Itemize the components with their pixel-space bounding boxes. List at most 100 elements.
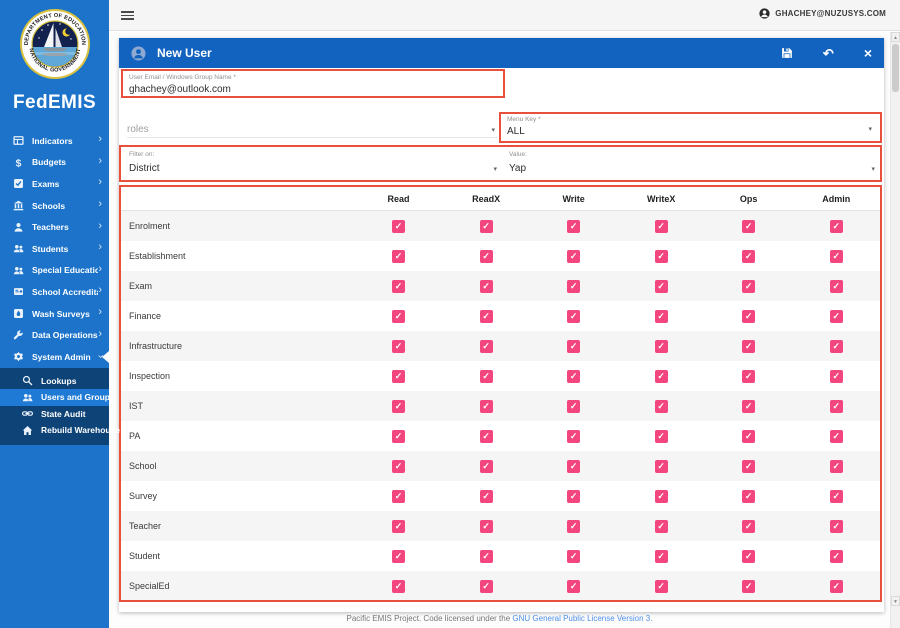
permission-checkbox-establishment-read[interactable]: ✓ bbox=[392, 249, 406, 263]
permission-checkbox-exam-admin[interactable]: ✓ bbox=[829, 279, 843, 293]
permission-checkbox-infrastructure-write[interactable]: ✓ bbox=[567, 339, 581, 353]
permission-checkbox-inspection-ops[interactable]: ✓ bbox=[742, 369, 756, 383]
permission-checkbox-pa-ops[interactable]: ✓ bbox=[742, 429, 756, 443]
permission-checkbox-pa-admin[interactable]: ✓ bbox=[829, 429, 843, 443]
roles-select[interactable]: roles ▾ bbox=[127, 112, 497, 142]
permission-checkbox-ist-writex[interactable]: ✓ bbox=[654, 399, 668, 413]
sidebar-subitem-state-audit[interactable]: State Audit bbox=[0, 406, 109, 423]
permission-checkbox-exam-readx[interactable]: ✓ bbox=[479, 279, 493, 293]
close-button[interactable]: × bbox=[864, 46, 872, 60]
sidebar-item-wash-surveys[interactable]: Wash Surveys › bbox=[0, 303, 109, 325]
permission-checkbox-teacher-write[interactable]: ✓ bbox=[567, 519, 581, 533]
undo-button[interactable]: ↶ bbox=[823, 47, 834, 60]
permission-checkbox-survey-ops[interactable]: ✓ bbox=[742, 489, 756, 503]
sidebar-item-budgets[interactable]: $ Budgets › bbox=[0, 152, 109, 174]
permission-checkbox-teacher-admin[interactable]: ✓ bbox=[829, 519, 843, 533]
sidebar-item-exams[interactable]: Exams › bbox=[0, 173, 109, 195]
permission-checkbox-pa-writex[interactable]: ✓ bbox=[654, 429, 668, 443]
permission-checkbox-finance-writex[interactable]: ✓ bbox=[654, 309, 668, 323]
sidebar-item-data-operations[interactable]: Data Operations › bbox=[0, 324, 109, 346]
permission-checkbox-school-write[interactable]: ✓ bbox=[567, 459, 581, 473]
permission-checkbox-establishment-writex[interactable]: ✓ bbox=[654, 249, 668, 263]
permission-checkbox-specialed-readx[interactable]: ✓ bbox=[479, 579, 493, 593]
permission-checkbox-pa-read[interactable]: ✓ bbox=[392, 429, 406, 443]
permission-checkbox-student-readx[interactable]: ✓ bbox=[479, 549, 493, 563]
email-field-value[interactable]: ghachey@outlook.com bbox=[129, 84, 503, 95]
permission-checkbox-inspection-admin[interactable]: ✓ bbox=[829, 369, 843, 383]
permission-checkbox-establishment-readx[interactable]: ✓ bbox=[479, 249, 493, 263]
permission-checkbox-teacher-ops[interactable]: ✓ bbox=[742, 519, 756, 533]
license-link[interactable]: GNU General Public License Version 3. bbox=[512, 614, 652, 623]
permission-checkbox-student-writex[interactable]: ✓ bbox=[654, 549, 668, 563]
permission-checkbox-ist-read[interactable]: ✓ bbox=[392, 399, 406, 413]
permission-checkbox-infrastructure-read[interactable]: ✓ bbox=[392, 339, 406, 353]
sidebar-item-school-accreditations[interactable]: School Accreditations› bbox=[0, 281, 109, 303]
permission-checkbox-exam-writex[interactable]: ✓ bbox=[654, 279, 668, 293]
permission-checkbox-ist-admin[interactable]: ✓ bbox=[829, 399, 843, 413]
permission-checkbox-inspection-readx[interactable]: ✓ bbox=[479, 369, 493, 383]
permission-checkbox-teacher-writex[interactable]: ✓ bbox=[654, 519, 668, 533]
permission-checkbox-pa-write[interactable]: ✓ bbox=[567, 429, 581, 443]
sidebar-item-schools[interactable]: Schools › bbox=[0, 195, 109, 217]
permission-checkbox-specialed-write[interactable]: ✓ bbox=[567, 579, 581, 593]
permission-checkbox-teacher-readx[interactable]: ✓ bbox=[479, 519, 493, 533]
permission-checkbox-student-write[interactable]: ✓ bbox=[567, 549, 581, 563]
sidebar-subitem-rebuild-warehouse[interactable]: Rebuild Warehouse bbox=[0, 422, 120, 439]
permission-checkbox-school-readx[interactable]: ✓ bbox=[479, 459, 493, 473]
filter-value-select[interactable]: Value: Yap ▾ bbox=[509, 147, 877, 180]
permission-checkbox-enrolment-ops[interactable]: ✓ bbox=[742, 219, 756, 233]
permission-checkbox-infrastructure-writex[interactable]: ✓ bbox=[654, 339, 668, 353]
permission-checkbox-inspection-read[interactable]: ✓ bbox=[392, 369, 406, 383]
permission-checkbox-establishment-ops[interactable]: ✓ bbox=[742, 249, 756, 263]
permission-checkbox-finance-ops[interactable]: ✓ bbox=[742, 309, 756, 323]
permission-checkbox-survey-admin[interactable]: ✓ bbox=[829, 489, 843, 503]
sidebar-item-indicators[interactable]: Indicators › bbox=[0, 130, 109, 152]
permission-checkbox-student-read[interactable]: ✓ bbox=[392, 549, 406, 563]
permission-checkbox-finance-read[interactable]: ✓ bbox=[392, 309, 406, 323]
menu-key-select[interactable]: Menu Key * ALL ▾ bbox=[499, 112, 882, 143]
permission-checkbox-enrolment-read[interactable]: ✓ bbox=[392, 219, 406, 233]
permission-checkbox-enrolment-readx[interactable]: ✓ bbox=[479, 219, 493, 233]
permission-checkbox-finance-write[interactable]: ✓ bbox=[567, 309, 581, 323]
permission-checkbox-infrastructure-admin[interactable]: ✓ bbox=[829, 339, 843, 353]
sidebar-item-special-education[interactable]: Special Education › bbox=[0, 260, 109, 282]
vertical-scrollbar[interactable]: ▲ ▼ bbox=[890, 32, 900, 628]
save-button[interactable] bbox=[781, 47, 793, 59]
permission-checkbox-pa-readx[interactable]: ✓ bbox=[479, 429, 493, 443]
permission-checkbox-teacher-read[interactable]: ✓ bbox=[392, 519, 406, 533]
permission-checkbox-ist-ops[interactable]: ✓ bbox=[742, 399, 756, 413]
permission-checkbox-specialed-ops[interactable]: ✓ bbox=[742, 579, 756, 593]
permission-checkbox-ist-write[interactable]: ✓ bbox=[567, 399, 581, 413]
permission-checkbox-exam-read[interactable]: ✓ bbox=[392, 279, 406, 293]
permission-checkbox-school-writex[interactable]: ✓ bbox=[654, 459, 668, 473]
permission-checkbox-survey-write[interactable]: ✓ bbox=[567, 489, 581, 503]
permission-checkbox-enrolment-writex[interactable]: ✓ bbox=[654, 219, 668, 233]
permission-checkbox-student-ops[interactable]: ✓ bbox=[742, 549, 756, 563]
permission-checkbox-school-read[interactable]: ✓ bbox=[392, 459, 406, 473]
permission-checkbox-infrastructure-readx[interactable]: ✓ bbox=[479, 339, 493, 353]
permission-checkbox-inspection-writex[interactable]: ✓ bbox=[654, 369, 668, 383]
permission-checkbox-establishment-write[interactable]: ✓ bbox=[567, 249, 581, 263]
sidebar-item-teachers[interactable]: Teachers › bbox=[0, 216, 109, 238]
permission-checkbox-student-admin[interactable]: ✓ bbox=[829, 549, 843, 563]
permission-checkbox-specialed-writex[interactable]: ✓ bbox=[654, 579, 668, 593]
permission-checkbox-infrastructure-ops[interactable]: ✓ bbox=[742, 339, 756, 353]
permission-checkbox-school-admin[interactable]: ✓ bbox=[829, 459, 843, 473]
permission-checkbox-exam-write[interactable]: ✓ bbox=[567, 279, 581, 293]
permission-checkbox-survey-writex[interactable]: ✓ bbox=[654, 489, 668, 503]
permission-checkbox-finance-readx[interactable]: ✓ bbox=[479, 309, 493, 323]
permission-checkbox-finance-admin[interactable]: ✓ bbox=[829, 309, 843, 323]
permission-checkbox-survey-readx[interactable]: ✓ bbox=[479, 489, 493, 503]
permission-checkbox-specialed-read[interactable]: ✓ bbox=[392, 579, 406, 593]
account-menu[interactable]: GHACHEY@NUZUSYS.COM bbox=[759, 8, 886, 19]
permission-checkbox-survey-read[interactable]: ✓ bbox=[392, 489, 406, 503]
permission-checkbox-exam-ops[interactable]: ✓ bbox=[742, 279, 756, 293]
permission-checkbox-inspection-write[interactable]: ✓ bbox=[567, 369, 581, 383]
scroll-down-arrow-icon[interactable]: ▼ bbox=[891, 596, 900, 606]
permission-checkbox-establishment-admin[interactable]: ✓ bbox=[829, 249, 843, 263]
sidebar-item-system-admin[interactable]: System Admin › bbox=[0, 346, 109, 368]
permission-checkbox-ist-readx[interactable]: ✓ bbox=[479, 399, 493, 413]
permission-checkbox-enrolment-write[interactable]: ✓ bbox=[567, 219, 581, 233]
email-field[interactable]: User Email / Windows Group Name * ghache… bbox=[121, 69, 505, 98]
sidebar-subitem-lookups[interactable]: Lookups bbox=[0, 373, 109, 390]
